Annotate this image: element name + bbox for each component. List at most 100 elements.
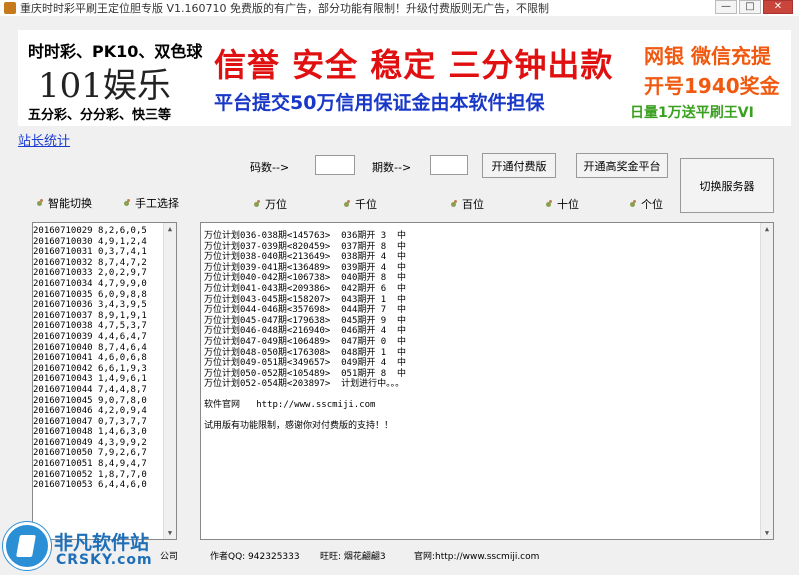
output-scrollbar[interactable]: ▲ ▼ xyxy=(760,223,773,539)
banner-left-line3: 五分彩、分分彩、快三等 xyxy=(28,108,172,123)
status-wangwang: 旺旺: 烟花翩翩3 xyxy=(320,552,386,562)
history-row[interactable]: 20160710045 9,0,7,8,0 xyxy=(33,396,176,407)
output-gap xyxy=(204,390,773,400)
banner-subheadline: 平台提交50万信用保证金由本软件担保 xyxy=(214,92,545,114)
history-row[interactable]: 20160710048 1,4,6,3,0 xyxy=(33,427,176,438)
maximize-button[interactable]: □ xyxy=(739,0,761,14)
history-row[interactable]: 20160710040 8,7,4,6,4 xyxy=(33,343,176,354)
output-line: 万位计划049-051期<349657> 049期开 4 中 xyxy=(204,358,407,369)
output-line: 万位计划040-042期<106738> 040期开 8 中 xyxy=(204,273,407,284)
code-count-input[interactable] xyxy=(315,155,355,175)
history-row[interactable]: 20160710036 3,4,3,9,5 xyxy=(33,300,176,311)
radio-icon xyxy=(254,199,261,208)
history-row[interactable]: 20160710032 8,7,4,7,2 xyxy=(33,258,176,269)
history-row[interactable]: 20160710051 8,4,9,4,7 xyxy=(33,459,176,470)
history-row[interactable]: 20160710052 1,8,7,7,0 xyxy=(33,470,176,481)
history-row[interactable]: 20160710037 8,9,1,9,1 xyxy=(33,311,176,322)
banner-left: 时时彩、PK10、双色球 101娱乐 五分彩、分分彩、快三等 xyxy=(18,30,210,126)
app-icon xyxy=(4,2,16,14)
output-textbox[interactable]: 万位计划036-038期<145763> 036期开 3 中万位计划037-03… xyxy=(200,222,774,540)
ad-banner[interactable]: 时时彩、PK10、双色球 101娱乐 五分彩、分分彩、快三等 信誉 安全 稳定 … xyxy=(18,30,791,126)
watermark: 非凡软件站 CRSKY.com xyxy=(0,516,160,575)
history-list[interactable]: 20160710029 8,2,6,0,5 20160710030 4,9,1,2… xyxy=(32,222,177,540)
history-row[interactable]: 20160710046 4,2,0,9,4 xyxy=(33,406,176,417)
status-website: 官网:http://www.sscmiji.com xyxy=(414,552,540,562)
history-row[interactable]: 20160710043 1,4,9,6,1 xyxy=(33,374,176,385)
scroll-up-icon[interactable]: ▲ xyxy=(164,223,176,235)
history-row[interactable]: 20160710030 4,9,1,2,4 xyxy=(33,237,176,248)
radio-manual-select[interactable]: 手工选择 xyxy=(124,195,179,211)
output-line: 万位计划036-038期<145763> 036期开 3 中 xyxy=(204,231,407,241)
open-high-prize-button[interactable]: 开通高奖金平台 xyxy=(576,153,668,178)
switch-server-button[interactable]: 切换服务器 xyxy=(680,158,774,213)
watermark-logo-icon xyxy=(3,522,51,570)
history-row[interactable]: 20160710044 7,4,4,8,7 xyxy=(33,385,176,396)
history-row[interactable]: 20160710035 6,0,9,8,8 xyxy=(33,290,176,301)
minimize-button[interactable]: — xyxy=(715,0,737,14)
history-scrollbar[interactable]: ▲ ▼ xyxy=(163,223,176,539)
history-row[interactable]: 20160710041 4,6,0,6,8 xyxy=(33,353,176,364)
radio-wan-label: 万位 xyxy=(265,198,287,211)
history-row[interactable]: 20160710042 6,6,1,9,3 xyxy=(33,364,176,375)
watermark-cn: 非凡软件站 xyxy=(54,532,150,554)
history-row[interactable]: 20160710034 4,7,9,9,0 xyxy=(33,279,176,290)
radio-manual-label: 手工选择 xyxy=(135,197,179,210)
scroll-down-icon[interactable]: ▼ xyxy=(761,527,773,539)
history-row[interactable]: 20160710039 4,4,6,4,7 xyxy=(33,332,176,343)
output-gap xyxy=(204,411,773,421)
code-count-label: 码数--> xyxy=(250,161,290,174)
history-row[interactable]: 20160710050 7,9,2,6,7 xyxy=(33,448,176,459)
radio-shi[interactable]: 十位 xyxy=(546,196,579,212)
banner-right-line2: 开号1940奖金 xyxy=(644,74,780,98)
output-line: 万位计划045-047期<179638> 045期开 9 中 xyxy=(204,315,407,326)
radio-icon xyxy=(37,198,44,207)
radio-shi-label: 十位 xyxy=(557,198,579,211)
scroll-up-icon[interactable]: ▲ xyxy=(761,223,773,235)
output-line: 万位计划041-043期<209386> 042期开 6 中 xyxy=(204,283,407,294)
output-line: 万位计划039-041期<136489> 039期开 4 中 xyxy=(204,262,407,273)
history-row[interactable]: 20160710053 6,4,4,6,0 xyxy=(33,480,176,491)
history-row[interactable]: 20160710033 2,0,2,9,7 xyxy=(33,268,176,279)
scroll-down-icon[interactable]: ▼ xyxy=(164,527,176,539)
window-controls: — □ ✕ xyxy=(715,0,793,14)
watermark-en: CRSKY.com xyxy=(56,552,153,568)
radio-wan[interactable]: 万位 xyxy=(254,196,287,212)
output-line: 万位计划044-046期<357698> 044期开 7 中 xyxy=(204,305,407,316)
radio-icon xyxy=(124,198,131,207)
radio-bai-label: 百位 xyxy=(462,198,484,211)
banner-headline: 信誉 安全 稳定 三分钟出款 xyxy=(214,46,614,84)
title-bar: 重庆时时彩平刷王定位胆专版 V1.160710 免费版的有广告，部分功能有限制！… xyxy=(0,0,799,16)
period-count-input[interactable] xyxy=(430,155,468,175)
output-line: 万位计划038-040期<213649> 038期开 4 中 xyxy=(204,252,407,263)
output-line: 万位计划043-045期<158207> 043期开 1 中 xyxy=(204,294,407,305)
open-paid-button[interactable]: 开通付费版 xyxy=(482,153,556,178)
radio-qian[interactable]: 千位 xyxy=(344,196,377,212)
radio-bai[interactable]: 百位 xyxy=(451,196,484,212)
status-author-qq: 作者QQ: 942325333 xyxy=(210,552,300,562)
radio-smart-switch[interactable]: 智能切换 xyxy=(37,195,92,211)
period-count-label: 期数--> xyxy=(372,161,412,174)
history-rows: 20160710029 8,2,6,0,5 20160710030 4,9,1,2… xyxy=(33,226,176,491)
output-line: 万位计划050-052期<105489> 051期开 8 中 xyxy=(204,368,407,379)
history-row[interactable]: 20160710047 0,7,3,7,7 xyxy=(33,417,176,428)
history-row[interactable]: 20160710038 4,7,5,3,7 xyxy=(33,321,176,332)
radio-smart-label: 智能切换 xyxy=(48,197,92,210)
radio-icon xyxy=(546,199,553,208)
history-row[interactable]: 20160710029 8,2,6,0,5 xyxy=(33,226,176,237)
banner-left-logo: 101娱乐 xyxy=(38,66,171,106)
output-line: 万位计划037-039期<820459> 037期开 8 中 xyxy=(204,241,407,252)
banner-right-line3: 日量1万送平刷王VI xyxy=(630,105,754,121)
radio-ge-label: 个位 xyxy=(641,198,663,211)
banner-right-line1: 网银 微信充提 xyxy=(644,44,771,68)
output-line: 万位计划046-048期<216940> 046期开 4 中 xyxy=(204,326,407,337)
radio-icon xyxy=(344,199,351,208)
close-button[interactable]: ✕ xyxy=(763,0,793,14)
radio-icon xyxy=(630,199,637,208)
history-row[interactable]: 20160710049 4,3,9,9,2 xyxy=(33,438,176,449)
window-title: 重庆时时彩平刷王定位胆专版 V1.160710 免费版的有广告，部分功能有限制！… xyxy=(20,2,550,15)
radio-ge[interactable]: 个位 xyxy=(630,196,663,212)
output-notice: 试用版有功能限制，感谢你对付费版的支持！！ xyxy=(204,420,394,431)
history-row[interactable]: 20160710031 0,3,7,4,1 xyxy=(33,247,176,258)
stats-link[interactable]: 站长统计 xyxy=(18,130,70,149)
output-rows: 万位计划036-038期<145763> 036期开 3 中万位计划037-03… xyxy=(204,231,773,390)
